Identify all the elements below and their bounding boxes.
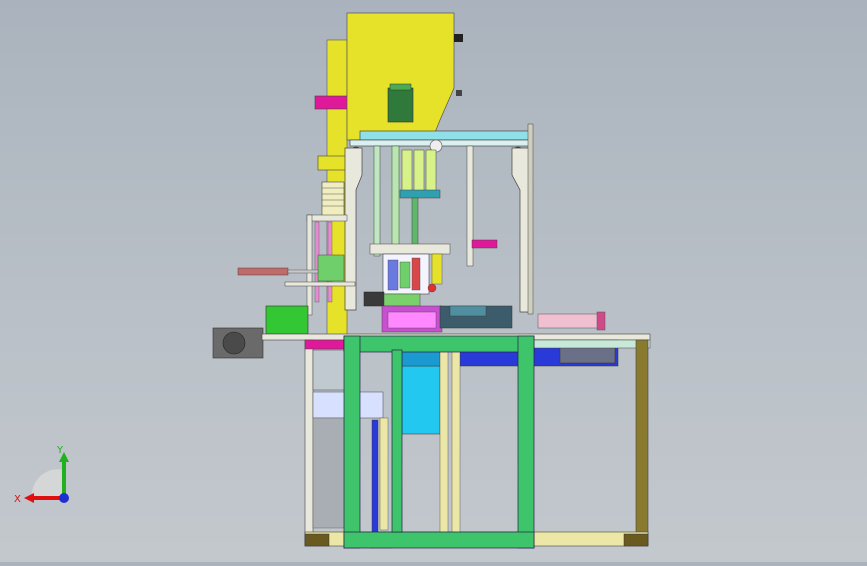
mechanism-green-block[interactable] [383, 293, 421, 307]
motor-body[interactable] [387, 87, 414, 123]
cylinder-a[interactable] [401, 149, 413, 193]
right-post[interactable] [527, 123, 534, 315]
mechanism-dark-block[interactable] [363, 291, 385, 307]
z-axis-dot [59, 493, 69, 503]
frame-pink-bar[interactable] [304, 339, 348, 350]
cream-post-c[interactable] [451, 349, 461, 533]
frame-left-leg[interactable] [304, 339, 314, 546]
frame-foot-left[interactable] [304, 533, 330, 547]
housing-switch[interactable] [454, 34, 463, 42]
cream-post-b[interactable] [439, 349, 449, 533]
side-green-block[interactable] [317, 254, 345, 282]
column-clamp-pink[interactable] [314, 95, 350, 110]
housing-knob[interactable] [456, 90, 462, 96]
triad-plane [31, 469, 64, 498]
frame-foot-right[interactable] [623, 533, 649, 547]
left-green-box[interactable] [265, 305, 309, 335]
coordinate-triad: Y X [14, 445, 69, 505]
horizontal-cylinder-rod[interactable] [287, 269, 319, 274]
cylinder-c[interactable] [425, 149, 437, 193]
column-clamp-yellow[interactable] [317, 155, 349, 171]
mechanism-frame[interactable] [369, 243, 451, 255]
blue-post[interactable] [371, 419, 379, 533]
mechanism-tray-inner[interactable] [387, 311, 437, 329]
right-pink-cylinder-end[interactable] [596, 311, 606, 331]
frame-right-leg[interactable] [635, 339, 649, 546]
mechanism-magenta[interactable] [471, 239, 498, 249]
cad-viewport[interactable]: Y X [0, 0, 867, 562]
shaft-left[interactable] [373, 145, 381, 257]
right-upright[interactable] [511, 147, 531, 313]
mechanism-blue-part[interactable] [387, 259, 399, 291]
mid-rail[interactable] [284, 281, 356, 287]
machine-model[interactable] [0, 0, 867, 562]
right-pink-cylinder[interactable] [537, 313, 601, 329]
horizontal-cylinder[interactable] [237, 267, 289, 276]
side-bracket-post[interactable] [306, 214, 313, 316]
cyan-panel-top[interactable] [401, 349, 441, 367]
mechanism-yellow-tab[interactable] [431, 253, 443, 285]
mechanism-red-dot[interactable] [427, 283, 437, 293]
motor-cap[interactable] [389, 83, 412, 91]
table-top-right-rail[interactable] [532, 339, 651, 349]
x-axis-label: X [14, 494, 21, 505]
top-crossbar[interactable] [359, 130, 531, 141]
mechanism-green-part[interactable] [399, 261, 411, 289]
x-axis-arrowhead [24, 493, 34, 503]
cylinder-base[interactable] [399, 189, 441, 199]
left-motor-face[interactable] [222, 331, 246, 355]
side-bracket-plate[interactable] [306, 214, 348, 222]
cream-post-a[interactable] [379, 417, 389, 531]
cylinder-b[interactable] [413, 149, 425, 193]
cyan-panel[interactable] [401, 365, 441, 435]
y-axis-label: Y [56, 445, 64, 456]
mechanism-red-part[interactable] [411, 257, 421, 291]
right-arm-cyl[interactable] [449, 305, 487, 317]
column-spring-block[interactable] [321, 181, 345, 217]
